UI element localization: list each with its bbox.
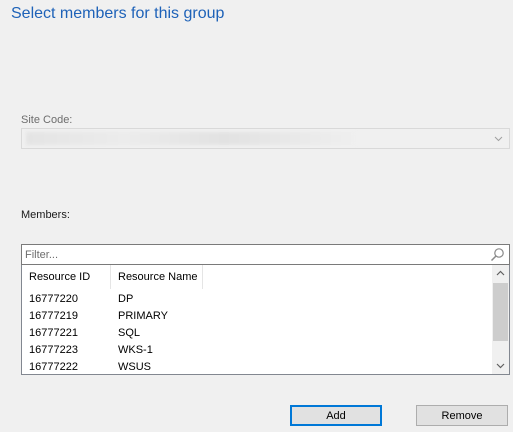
table-row[interactable]: 16777223 WKS-1 (22, 342, 490, 359)
add-button[interactable]: Add (290, 405, 382, 426)
vertical-scrollbar[interactable] (492, 265, 509, 374)
filter-box[interactable] (21, 244, 510, 265)
scrollbar-thumb[interactable] (493, 283, 508, 341)
resource-id-cell: 16777220 (29, 293, 78, 305)
table-row[interactable]: 16777220 DP (22, 291, 490, 308)
chevron-down-icon (494, 136, 503, 142)
resource-name-cell: WSUS (118, 361, 151, 373)
scroll-down-arrow-icon[interactable] (492, 357, 509, 374)
scroll-up-arrow-icon[interactable] (492, 265, 509, 282)
resource-id-cell: 16777223 (29, 344, 78, 356)
members-label: Members: (21, 209, 70, 221)
site-code-label: Site Code: (21, 114, 73, 126)
table-row[interactable]: 16777222 WSUS (22, 359, 490, 374)
listview-rows: 16777220 DP 16777219 PRIMARY 16777221 SQ… (22, 291, 490, 374)
resource-id-cell: 16777222 (29, 361, 78, 373)
resource-name-cell: PRIMARY (118, 310, 168, 322)
remove-button[interactable]: Remove (416, 405, 508, 426)
table-row[interactable]: 16777219 PRIMARY (22, 308, 490, 325)
members-listview[interactable]: Resource ID Resource Name 16777220 DP 16… (21, 265, 510, 375)
column-header-resource-name[interactable]: Resource Name (111, 265, 203, 289)
listview-header: Resource ID Resource Name (22, 265, 490, 289)
site-code-value (26, 132, 356, 145)
column-header-resource-id[interactable]: Resource ID (22, 265, 111, 289)
resource-name-cell: WKS-1 (118, 344, 153, 356)
dialog-title: Select members for this group (11, 5, 225, 22)
resource-name-cell: SQL (118, 327, 141, 339)
site-code-combobox[interactable] (21, 128, 510, 149)
resource-id-cell: 16777219 (29, 310, 78, 322)
table-row[interactable]: 16777221 SQL (22, 325, 490, 342)
resource-id-cell: 16777221 (29, 327, 78, 339)
filter-input[interactable] (25, 247, 475, 262)
resource-name-cell: DP (118, 293, 134, 305)
search-icon[interactable] (490, 247, 505, 262)
